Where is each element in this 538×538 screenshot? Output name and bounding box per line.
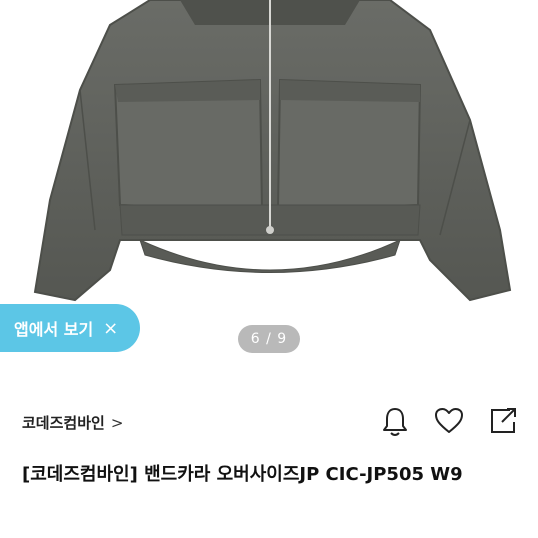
product-title: [코데즈컴바인] 밴드카라 오버사이즈JP CIC-JP505 W9	[22, 464, 463, 485]
bell-icon[interactable]	[378, 404, 412, 438]
shop-name: 코데즈컴바인	[22, 414, 105, 432]
heart-icon[interactable]	[432, 404, 466, 438]
share-icon[interactable]	[486, 404, 520, 438]
shop-link[interactable]: 코데즈컴바인 >	[22, 412, 123, 433]
open-in-app-button[interactable]: 앱에서 보기 ×	[0, 304, 140, 352]
action-bar	[378, 404, 520, 438]
image-counter: 6 / 9	[238, 325, 300, 353]
open-in-app-label: 앱에서 보기	[14, 320, 94, 339]
close-icon[interactable]: ×	[103, 318, 118, 339]
chevron-right-icon: >	[110, 413, 124, 432]
